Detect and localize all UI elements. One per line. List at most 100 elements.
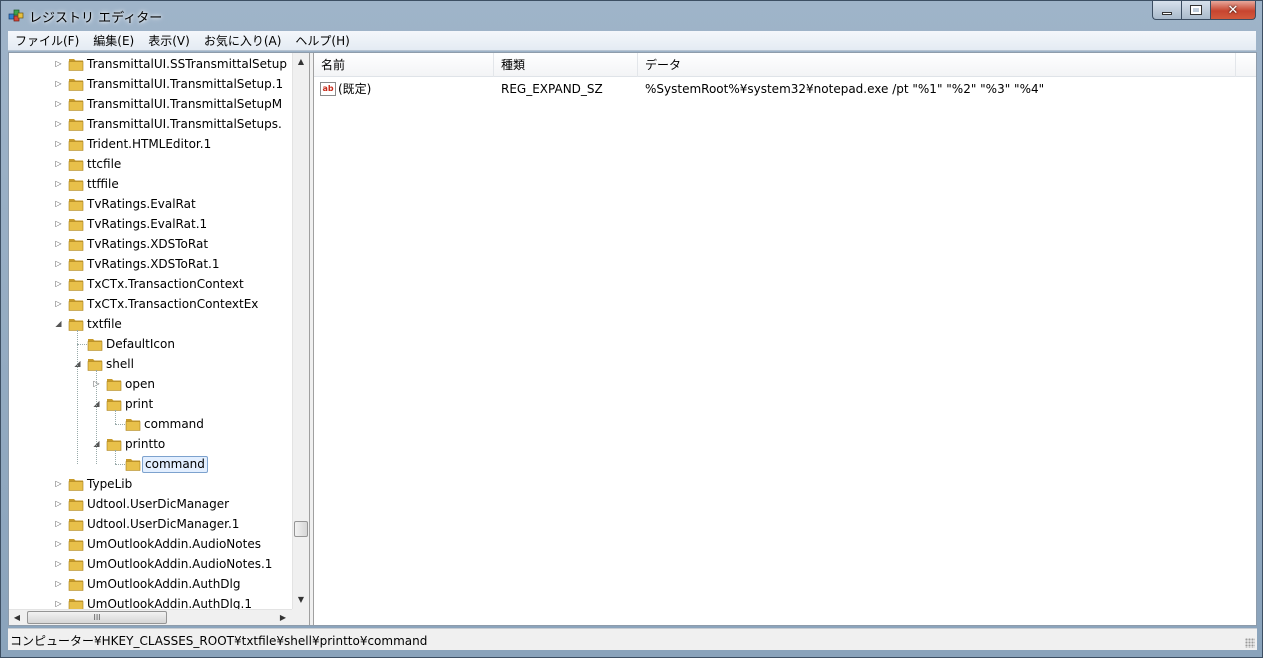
tree-item[interactable]: ▷ UmOutlookAddin.AuthDlg [9,574,292,594]
tree-item[interactable]: ▷ UmOutlookAddin.AudioNotes [9,534,292,554]
tree-item-label[interactable]: TransmittalUI.TransmittalSetupM [85,96,284,113]
maximize-button[interactable] [1181,1,1210,20]
tree-item-label[interactable]: TvRatings.XDSToRat [85,236,210,253]
tree-item[interactable]: ▷ TransmittalUI.TransmittalSetup.1 [9,74,292,94]
tree-expand-icon[interactable]: ▷ [54,559,63,568]
menu-view[interactable]: 表示(V) [141,31,197,51]
tree-item-label[interactable]: shell [104,356,136,373]
minimize-button[interactable] [1152,1,1181,20]
tree-item-label[interactable]: TransmittalUI.SSTransmittalSetup [85,56,289,73]
menu-file[interactable]: ファイル(F) [8,31,86,51]
tree-item[interactable]: ◢ print [9,394,292,414]
tree-vertical-scroll-thumb[interactable] [294,521,308,537]
scroll-left-icon[interactable]: ◀ [9,609,25,625]
tree-item[interactable]: ▷ Trident.HTMLEditor.1 [9,134,292,154]
tree-item[interactable]: command [9,454,292,474]
tree-expand-icon[interactable]: ▷ [54,519,63,528]
tree-item[interactable]: ▷ TransmittalUI.SSTransmittalSetup [9,54,292,74]
tree-item-label[interactable]: TvRatings.EvalRat.1 [85,216,209,233]
tree-item[interactable]: ▷ UmOutlookAddin.AudioNotes.1 [9,554,292,574]
tree-item[interactable]: ▷ TypeLib [9,474,292,494]
tree-item-label[interactable]: command [142,416,206,433]
tree-item[interactable]: ▷ Udtool.UserDicManager [9,494,292,514]
tree-item-label[interactable]: Udtool.UserDicManager [85,496,231,513]
tree-item-label[interactable]: ttcfile [85,156,123,173]
tree-expand-icon[interactable]: ▷ [54,579,63,588]
tree-item[interactable]: DefaultIcon [9,334,292,354]
tree-item[interactable]: ▷ ttffile [9,174,292,194]
tree-item-label-selected[interactable]: command [142,456,208,473]
tree-expand-icon[interactable]: ▷ [54,199,63,208]
tree-item-label[interactable]: Udtool.UserDicManager.1 [85,516,241,533]
tree-item-label[interactable]: UmOutlookAddin.AudioNotes.1 [85,556,274,573]
tree-item-label[interactable]: TxCTx.TransactionContext [85,276,246,293]
tree-expand-icon[interactable]: ▷ [54,479,63,488]
tree-expand-icon[interactable]: ▷ [54,239,63,248]
tree-item-label[interactable]: DefaultIcon [104,336,177,353]
key-tree[interactable]: ▷ TransmittalUI.SSTransmittalSetup ▷ Transm… [9,53,292,609]
tree-item[interactable]: ▷ UmOutlookAddin.AuthDlg.1 [9,594,292,609]
tree-item-label[interactable]: TypeLib [85,476,134,493]
tree-expand-icon[interactable]: ▷ [54,179,63,188]
column-header-name[interactable]: 名前 [314,53,494,77]
tree-expand-icon[interactable]: ▷ [54,599,63,608]
tree-expand-icon[interactable]: ▷ [54,499,63,508]
tree-expand-icon[interactable]: ▷ [54,59,63,68]
tree-item-label[interactable]: print [123,396,155,413]
column-header-data[interactable]: データ [638,53,1236,77]
tree-item-label[interactable]: UmOutlookAddin.AuthDlg [85,576,243,593]
tree-item-label[interactable]: TxCTx.TransactionContextEx [85,296,260,313]
tree-collapse-icon[interactable]: ◢ [54,319,63,328]
tree-expand-icon[interactable]: ▷ [54,279,63,288]
tree-item-label[interactable]: ttffile [85,176,121,193]
tree-item-label[interactable]: printto [123,436,167,453]
tree-item-label[interactable]: UmOutlookAddin.AudioNotes [85,536,263,553]
tree-item[interactable]: ▷ TxCTx.TransactionContext [9,274,292,294]
menu-help[interactable]: ヘルプ(H) [288,31,356,51]
tree-item[interactable]: ◢ txtfile [9,314,292,334]
tree-item-label[interactable]: TvRatings.EvalRat [85,196,198,213]
tree-item[interactable]: ▷ TxCTx.TransactionContextEx [9,294,292,314]
scroll-down-icon[interactable]: ▼ [293,591,309,608]
tree-item[interactable]: ▷ TransmittalUI.TransmittalSetupM [9,94,292,114]
scroll-up-icon[interactable]: ▲ [293,53,309,70]
column-header-type[interactable]: 種類 [494,53,638,77]
tree-expand-icon[interactable]: ▷ [54,99,63,108]
tree-horizontal-scroll-thumb[interactable]: III [27,611,167,624]
tree-horizontal-scrollbar[interactable]: ◀ III ▶ [9,609,292,625]
tree-expand-icon[interactable]: ▷ [54,259,63,268]
scroll-right-icon[interactable]: ▶ [275,609,291,625]
tree-item[interactable]: ▷ open [9,374,292,394]
tree-item[interactable]: ▷ TvRatings.EvalRat.1 [9,214,292,234]
tree-item-label[interactable]: TvRatings.XDSToRat.1 [85,256,221,273]
tree-item[interactable]: ▷ ttcfile [9,154,292,174]
tree-expand-icon[interactable]: ▷ [54,219,63,228]
tree-item[interactable]: ▷ TvRatings.XDSToRat.1 [9,254,292,274]
resize-grip-icon[interactable] [1245,638,1255,648]
tree-item[interactable]: ▷ Udtool.UserDicManager.1 [9,514,292,534]
tree-item-label[interactable]: TransmittalUI.TransmittalSetup.1 [85,76,285,93]
tree-expand-icon[interactable]: ▷ [54,299,63,308]
menu-favorites[interactable]: お気に入り(A) [197,31,289,51]
tree-item[interactable]: ▷ TvRatings.XDSToRat [9,234,292,254]
tree-item[interactable]: ▷ TransmittalUI.TransmittalSetups. [9,114,292,134]
tree-item-label[interactable]: TransmittalUI.TransmittalSetups. [85,116,284,133]
tree-expand-icon[interactable]: ▷ [54,79,63,88]
tree-expand-icon[interactable]: ▷ [54,119,63,128]
tree-expand-icon[interactable]: ▷ [54,139,63,148]
tree-expand-icon[interactable]: ▷ [54,159,63,168]
tree-expand-icon[interactable]: ▷ [54,539,63,548]
tree-item[interactable]: ◢ shell [9,354,292,374]
list-item[interactable]: ab (既定) REG_EXPAND_SZ %SystemRoot%¥syste… [314,79,1256,99]
tree-item-label[interactable]: Trident.HTMLEditor.1 [85,136,213,153]
tree-item[interactable]: ▷ TvRatings.EvalRat [9,194,292,214]
title-bar[interactable]: レジストリ エディター ✕ [1,1,1262,31]
close-button[interactable]: ✕ [1210,1,1256,20]
tree-item[interactable]: ◢ printto [9,434,292,454]
tree-item-label[interactable]: open [123,376,157,393]
tree-item-label[interactable]: txtfile [85,316,124,333]
tree-item[interactable]: command [9,414,292,434]
menu-edit[interactable]: 編集(E) [86,31,141,51]
tree-item-label[interactable]: UmOutlookAddin.AuthDlg.1 [85,596,254,609]
tree-vertical-scrollbar[interactable]: ▲ ▼ [292,53,309,609]
